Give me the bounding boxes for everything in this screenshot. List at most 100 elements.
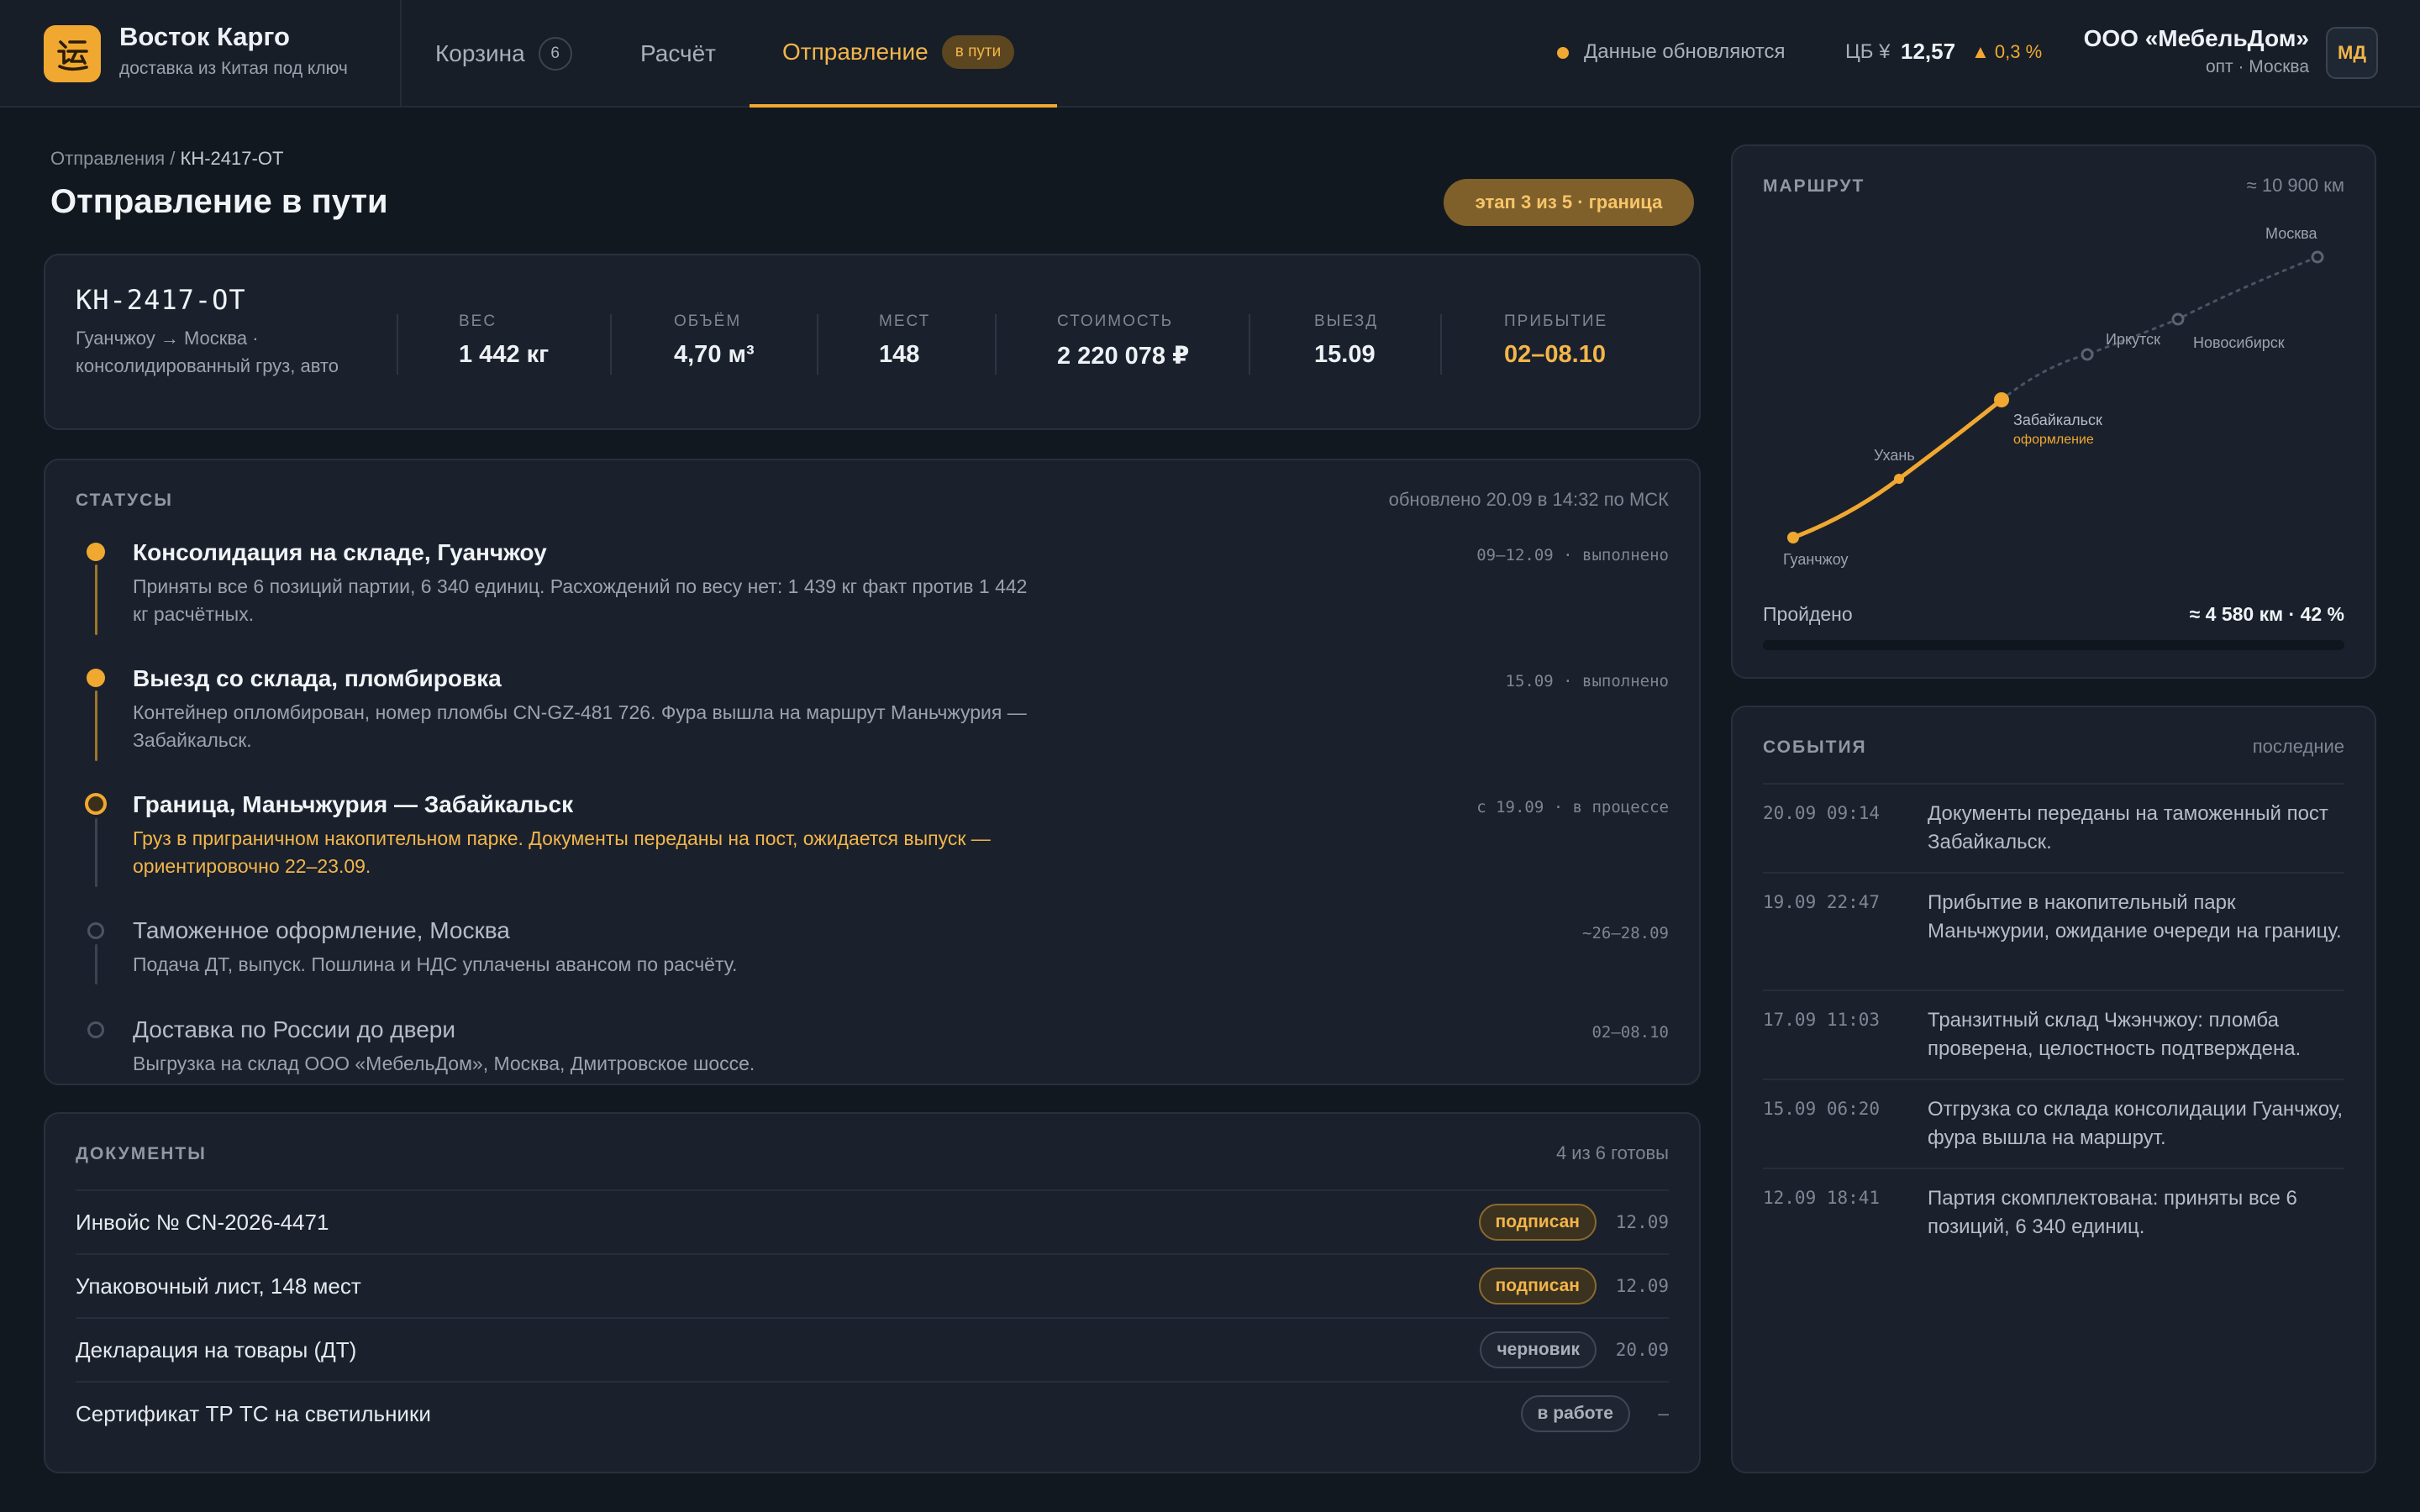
metric-cost-label: СТОИМОСТЬ — [1057, 312, 1174, 330]
city-point-irkutsk — [2081, 348, 2094, 361]
document-row[interactable]: Сертификат ТР ТС на светильники в работе… — [76, 1381, 1669, 1445]
status-description: Груз в приграничном накопительном парке.… — [133, 827, 991, 877]
event-row: 17.09 11:03 Транзитный склад Чжэнчжоу: п… — [1763, 990, 2344, 1080]
document-name: Сертификат ТР ТС на светильники — [76, 1400, 431, 1426]
event-row: 20.09 09:14 Документы переданы на таможе… — [1763, 783, 2344, 874]
tab-calculation[interactable]: Расчёт — [640, 0, 716, 108]
route-map: Гуанчжоу Ухань Забайкальск оформление Ир… — [1783, 225, 2324, 568]
city-label-novosibirsk: Новосибирск — [2193, 334, 2285, 351]
status-meta: с 19.09 · в процессе — [1476, 798, 1669, 816]
document-date: – — [1658, 1404, 1669, 1424]
page-title: Отправление в пути — [50, 183, 388, 220]
document-row[interactable]: Упаковочный лист, 148 мест подписан 12.0… — [76, 1253, 1669, 1317]
logo-icon — [57, 40, 88, 71]
document-name: Инвойс № CN-2026-4471 — [76, 1209, 329, 1235]
metric-weight-value: 1 442 кг — [459, 341, 550, 368]
city-label-irkutsk: Иркутск — [2106, 331, 2160, 348]
status-title: Консолидация на складе, Гуанчжоу — [133, 539, 547, 565]
status-description: Приняты все 6 позиций партии, 6 340 един… — [133, 575, 1028, 625]
document-name: Упаковочный лист, 148 мест — [76, 1273, 361, 1299]
metric-places: МЕСТ 148 — [879, 312, 930, 369]
brand-subtitle: доставка из Китая под ключ — [119, 59, 348, 78]
event-time: 20.09 09:14 — [1763, 803, 1881, 823]
document-date: 12.09 — [1615, 1212, 1669, 1232]
shipment-id: КН-2417-ОТ — [76, 284, 246, 316]
shipment-status-badge: в пути — [941, 35, 1015, 69]
city-point-novosibirsk — [2171, 312, 2185, 326]
document-row[interactable]: Инвойс № CN-2026-4471 подписан 12.09 — [76, 1189, 1669, 1253]
events-filter-label: последние — [2252, 736, 2344, 757]
tab-cart-label: Корзина — [435, 40, 525, 66]
route-title: МАРШРУТ — [1763, 176, 1865, 196]
documents-title: ДОКУМЕНТЫ — [76, 1144, 207, 1163]
city-label-guangzhou: Гуанчжоу — [1783, 551, 1849, 568]
tab-calculation-label: Расчёт — [640, 40, 716, 66]
status-pending-icon — [87, 1021, 104, 1038]
route-path-passed — [1791, 397, 2004, 540]
metric-weight: ВЕС 1 442 кг — [459, 312, 549, 369]
status-description: Контейнер опломбирован, номер пломбы CN-… — [133, 701, 1027, 751]
account-org-subtitle: опт · Москва — [2205, 57, 2309, 76]
route-distance: ≈ 10 900 км — [2246, 175, 2344, 196]
avatar[interactable]: МД — [2326, 27, 2378, 79]
status-meta: 02–08.10 — [1591, 1023, 1669, 1042]
status-description: Выгрузка на склад ООО «МебельДом», Москв… — [133, 1053, 755, 1074]
status-title: Доставка по России до двери — [133, 1016, 455, 1042]
route-progress-fill — [1763, 640, 2007, 650]
route-passed-label: Пройдено — [1763, 603, 1853, 625]
tab-cart[interactable]: Корзина 6 — [435, 0, 572, 108]
document-status-badge: черновик — [1480, 1331, 1597, 1368]
metric-divider — [610, 314, 612, 375]
cb-rate-change: ▲ 0,3 % — [1971, 41, 2043, 62]
metric-volume-label: ОБЪЁМ — [674, 312, 742, 330]
event-time: 19.09 22:47 — [1763, 892, 1881, 912]
shipment-route: Гуанчжоу → Москва · консолидированный гр… — [76, 328, 339, 376]
document-date: 12.09 — [1615, 1276, 1669, 1296]
city-note-zabaikalsk: оформление — [2013, 433, 2094, 447]
document-status-badge: в работе — [1520, 1395, 1630, 1432]
event-row: 12.09 18:41 Партия скомплектована: приня… — [1763, 1168, 2344, 1258]
metric-departure-label: ВЫЕЗД — [1314, 312, 1379, 330]
metric-divider — [1249, 314, 1250, 375]
metric-arrival-label: ПРИБЫТИЕ — [1504, 312, 1608, 330]
document-status-badge: подписан — [1478, 1268, 1597, 1305]
metric-places-label: МЕСТ — [879, 312, 931, 330]
status-meta: ~26–28.09 — [1582, 924, 1669, 942]
document-row[interactable]: Декларация на товары (ДТ) черновик 20.09 — [76, 1317, 1669, 1381]
live-indicator-icon — [1557, 47, 1569, 59]
logo[interactable] — [44, 25, 101, 82]
timeline-line — [95, 944, 97, 984]
document-status-badge: подписан — [1478, 1204, 1597, 1241]
city-label-wuhan: Ухань — [1874, 447, 1915, 464]
route-path-remaining — [2000, 255, 2319, 402]
breadcrumb-parent-link[interactable]: Отправления — [50, 148, 165, 169]
city-point-guangzhou — [1787, 532, 1799, 543]
account-org-name[interactable]: ООО «МебельДом» — [2084, 25, 2309, 52]
brand-divider — [400, 0, 402, 108]
event-text: Документы переданы на таможенный пост За… — [1928, 802, 2328, 853]
status-done-icon — [87, 543, 105, 561]
metric-weight-label: ВЕС — [459, 312, 497, 330]
documents-card: ДОКУМЕНТЫ 4 из 6 готовы Инвойс № CN-2026… — [44, 1112, 1701, 1473]
breadcrumb-current: КН-2417-ОТ — [180, 148, 284, 169]
metric-divider — [1440, 314, 1442, 375]
status-active-icon — [85, 793, 107, 815]
city-point-wuhan — [1894, 474, 1904, 484]
tab-shipment[interactable]: Отправление в пути — [750, 0, 1057, 108]
status-pending-icon — [87, 922, 104, 939]
shipment-summary-card: КН-2417-ОТ Гуанчжоу → Москва · консолиди… — [44, 254, 1701, 430]
event-text: Прибытие в накопительный парк Маньчжурии… — [1928, 891, 2342, 942]
event-time: 17.09 11:03 — [1763, 1010, 1881, 1030]
timeline-line — [95, 564, 97, 635]
event-time: 15.09 06:20 — [1763, 1099, 1881, 1119]
metric-volume-value: 4,70 м³ — [674, 341, 755, 368]
timeline-line — [95, 818, 97, 887]
document-date: 20.09 — [1615, 1340, 1669, 1360]
event-text: Транзитный склад Чжэнчжоу: пломба провер… — [1928, 1009, 2302, 1060]
event-time: 12.09 18:41 — [1763, 1188, 1881, 1208]
city-point-moscow — [2311, 250, 2324, 264]
route-progress-bar — [1763, 640, 2344, 650]
metric-places-value: 148 — [879, 341, 920, 368]
tab-shipment-label: Отправление — [782, 39, 929, 65]
cart-count-badge: 6 — [538, 37, 572, 71]
